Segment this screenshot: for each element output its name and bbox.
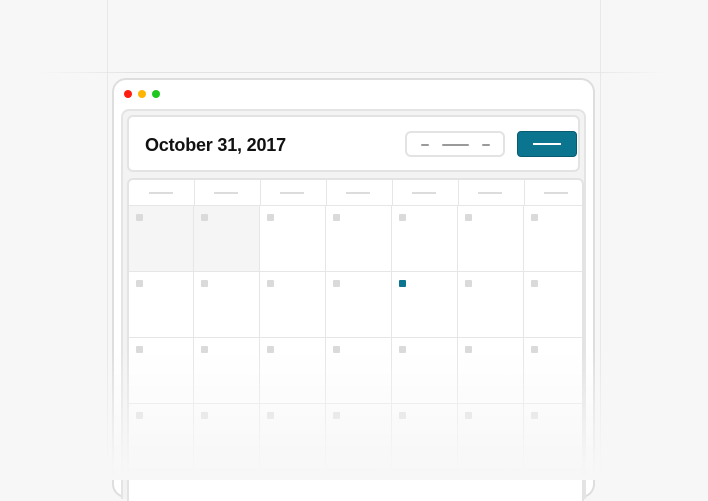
weekday-label-placeholder: [214, 192, 238, 194]
close-button[interactable]: [124, 90, 132, 98]
weekday-label-placeholder: [346, 192, 370, 194]
day-cell[interactable]: [458, 206, 524, 272]
day-marker: [399, 412, 406, 419]
day-cell[interactable]: [326, 338, 392, 404]
day-marker: [136, 346, 143, 353]
weekday-label-placeholder: [478, 192, 502, 194]
day-marker: [267, 412, 274, 419]
day-cell[interactable]: [524, 404, 582, 470]
day-marker: [136, 280, 143, 287]
weekday-header: [458, 180, 525, 205]
day-cell[interactable]: [524, 272, 582, 338]
day-cell[interactable]: [326, 404, 392, 470]
day-marker: [267, 280, 274, 287]
day-cell[interactable]: [194, 338, 260, 404]
calendar-grid: [127, 178, 584, 501]
day-marker: [531, 412, 538, 419]
day-cell[interactable]: [129, 404, 194, 470]
weekday-header: [260, 180, 327, 205]
day-cell[interactable]: [458, 404, 524, 470]
day-marker: [399, 346, 406, 353]
day-marker: [531, 280, 538, 287]
day-marker: [465, 412, 472, 419]
guide-line: [40, 72, 668, 73]
app-frame: October 31, 2017: [121, 109, 586, 501]
primary-action-button[interactable]: [517, 131, 577, 157]
day-cell[interactable]: [194, 206, 260, 272]
weekday-header: [392, 180, 459, 205]
dash-icon: [533, 143, 561, 145]
weekday-header: [326, 180, 393, 205]
day-marker: [399, 214, 406, 221]
day-cell[interactable]: [129, 206, 194, 272]
current-segment-icon[interactable]: [442, 144, 469, 146]
day-marker: [531, 214, 538, 221]
weekday-header: [524, 180, 582, 205]
day-cell[interactable]: [458, 272, 524, 338]
window-controls: [124, 90, 160, 98]
maximize-button[interactable]: [152, 90, 160, 98]
day-marker: [201, 214, 208, 221]
day-cell[interactable]: [524, 206, 582, 272]
browser-window: October 31, 2017: [112, 78, 595, 501]
today-marker: [399, 280, 406, 287]
day-marker: [201, 280, 208, 287]
day-cell[interactable]: [194, 404, 260, 470]
day-marker: [201, 412, 208, 419]
weekday-label-placeholder: [280, 192, 304, 194]
weekday-header-row: [129, 180, 582, 206]
minimize-button[interactable]: [138, 90, 146, 98]
day-cell[interactable]: [458, 338, 524, 404]
next-segment-icon[interactable]: [482, 144, 490, 146]
day-marker: [465, 346, 472, 353]
weekday-label-placeholder: [544, 192, 568, 194]
day-marker: [531, 346, 538, 353]
day-cell[interactable]: [194, 272, 260, 338]
day-marker: [465, 214, 472, 221]
day-marker: [267, 346, 274, 353]
day-marker: [333, 214, 340, 221]
day-marker: [136, 412, 143, 419]
day-marker: [267, 214, 274, 221]
day-marker: [333, 346, 340, 353]
day-cell[interactable]: [260, 338, 326, 404]
day-marker: [201, 346, 208, 353]
weekday-header: [129, 180, 195, 205]
weekday-header: [194, 180, 261, 205]
day-cell[interactable]: [326, 206, 392, 272]
day-cell[interactable]: [260, 206, 326, 272]
day-marker: [333, 280, 340, 287]
calendar-header: October 31, 2017: [127, 115, 580, 172]
day-cell[interactable]: [260, 272, 326, 338]
day-cell[interactable]: [392, 206, 458, 272]
day-marker: [465, 280, 472, 287]
day-cell[interactable]: [326, 272, 392, 338]
day-cell[interactable]: [129, 272, 194, 338]
date-title: October 31, 2017: [145, 135, 286, 155]
day-cell[interactable]: [524, 338, 582, 404]
prev-segment-icon[interactable]: [421, 144, 429, 146]
day-cell[interactable]: [392, 404, 458, 470]
day-cell[interactable]: [129, 338, 194, 404]
day-cell[interactable]: [392, 338, 458, 404]
day-cell[interactable]: [260, 404, 326, 470]
weekday-label-placeholder: [412, 192, 436, 194]
day-marker: [136, 214, 143, 221]
weekday-label-placeholder: [149, 192, 173, 194]
day-marker: [333, 412, 340, 419]
view-switcher[interactable]: [405, 131, 505, 157]
today-cell[interactable]: [392, 272, 458, 338]
